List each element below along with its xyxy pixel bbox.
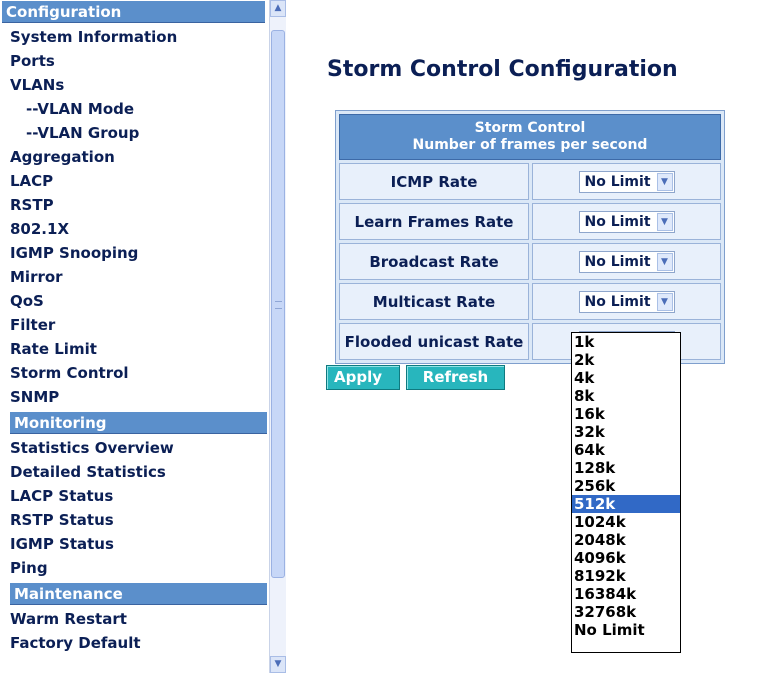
sidebar-item-snmp[interactable]: SNMP [10, 385, 267, 409]
section-header-configuration: Configuration [2, 0, 265, 23]
storm-table-body: ICMP Rate No Limit ▼ Learn Frames Rate No Li… [339, 163, 721, 360]
rate-select[interactable]: No Limit ▼ [578, 290, 675, 313]
rate-cell: No Limit ▼ [532, 203, 721, 240]
sidebar-item-storm-control[interactable]: Storm Control [10, 361, 267, 385]
sidebar-item-qos[interactable]: QoS [10, 289, 267, 313]
sidebar-item-vlan-mode[interactable]: --VLAN Mode [10, 97, 267, 121]
table-row: Learn Frames Rate No Limit ▼ [339, 203, 721, 240]
chevron-down-icon[interactable]: ▼ [656, 292, 673, 311]
sidebar-menu: Configuration System Information Ports VLAN… [2, 0, 267, 655]
rate-label: Multicast Rate [339, 283, 529, 320]
dropdown-option[interactable]: 8k [572, 387, 680, 405]
rate-select[interactable]: No Limit ▼ [578, 210, 675, 233]
table-row: Broadcast Rate No Limit ▼ [339, 243, 721, 280]
dropdown-option[interactable]: 256k [572, 477, 680, 495]
sidebar-item-ports[interactable]: Ports [10, 49, 267, 73]
sidebar-item-802-1x[interactable]: 802.1X [10, 217, 267, 241]
sidebar-scrollbar[interactable]: ▲ ▼ [269, 0, 286, 673]
sidebar-item-mirror[interactable]: Mirror [10, 265, 267, 289]
rate-select[interactable]: No Limit ▼ [578, 170, 675, 193]
chevron-down-icon[interactable]: ▼ [656, 172, 673, 191]
rate-label: ICMP Rate [339, 163, 529, 200]
sidebar-item-warm-restart[interactable]: Warm Restart [10, 607, 267, 631]
sidebar-item-aggregation[interactable]: Aggregation [10, 145, 267, 169]
sidebar-item-rstp[interactable]: RSTP [10, 193, 267, 217]
dropdown-option[interactable]: 16384k [572, 585, 680, 603]
rate-select-value: No Limit [584, 293, 651, 310]
sidebar-item-igmp-status[interactable]: IGMP Status [10, 532, 267, 556]
dropdown-option[interactable]: 64k [572, 441, 680, 459]
sidebar-item-lacp[interactable]: LACP [10, 169, 267, 193]
sidebar-item-filter[interactable]: Filter [10, 313, 267, 337]
dropdown-option[interactable]: 512k [572, 495, 680, 513]
table-header: Storm Control Number of frames per secon… [339, 114, 721, 160]
scroll-up-arrow-icon[interactable]: ▲ [270, 0, 286, 17]
dropdown-option[interactable]: 4k [572, 369, 680, 387]
dropdown-option[interactable]: No Limit [572, 621, 680, 639]
apply-button[interactable]: Apply [326, 365, 400, 390]
table-row: ICMP Rate No Limit ▼ [339, 163, 721, 200]
dropdown-option[interactable]: 4096k [572, 549, 680, 567]
rate-label: Flooded unicast Rate [339, 323, 529, 360]
table-row: Multicast Rate No Limit ▼ [339, 283, 721, 320]
storm-control-table: Storm Control Number of frames per secon… [335, 110, 725, 364]
rate-label: Learn Frames Rate [339, 203, 529, 240]
dropdown-option[interactable]: 16k [572, 405, 680, 423]
sidebar-item-system-information[interactable]: System Information [10, 25, 267, 49]
sidebar-item-vlans[interactable]: VLANs [10, 73, 267, 97]
dropdown-option[interactable]: 2048k [572, 531, 680, 549]
sidebar: Configuration System Information Ports VLAN… [0, 0, 286, 673]
sidebar-item-factory-default[interactable]: Factory Default [10, 631, 267, 655]
section-header-maintenance: Maintenance [10, 582, 267, 605]
sidebar-item-lacp-status[interactable]: LACP Status [10, 484, 267, 508]
dropdown-option[interactable]: 1k [572, 333, 680, 351]
rate-cell: No Limit ▼ [532, 243, 721, 280]
dropdown-option[interactable]: 32768k [572, 603, 680, 621]
sidebar-item-rate-limit[interactable]: Rate Limit [10, 337, 267, 361]
rate-cell: No Limit ▼ [532, 163, 721, 200]
chevron-down-icon[interactable]: ▼ [656, 252, 673, 271]
rate-select-value: No Limit [584, 213, 651, 230]
rate-label: Broadcast Rate [339, 243, 529, 280]
rate-select-value: No Limit [584, 173, 651, 190]
dropdown-option[interactable]: 1024k [572, 513, 680, 531]
table-header-title: Storm Control [474, 120, 586, 136]
sidebar-item-igmp-snooping[interactable]: IGMP Snooping [10, 241, 267, 265]
scrollbar-thumb[interactable] [271, 30, 285, 578]
scrollbar-grip-icon [275, 301, 282, 309]
dropdown-option[interactable]: 8192k [572, 567, 680, 585]
sidebar-item-detailed-statistics[interactable]: Detailed Statistics [10, 460, 267, 484]
chevron-down-icon[interactable]: ▼ [656, 212, 673, 231]
dropdown-option[interactable]: 128k [572, 459, 680, 477]
section-header-monitoring: Monitoring [10, 411, 267, 434]
rate-dropdown-list[interactable]: 1k 2k 4k 8k 16k 32k 64k 128k 256k 512k 1024k 2048k 4… [571, 332, 681, 653]
page-title: Storm Control Configuration [327, 57, 678, 82]
sidebar-item-vlan-group[interactable]: --VLAN Group [10, 121, 267, 145]
refresh-button[interactable]: Refresh [406, 365, 505, 390]
sidebar-item-statistics-overview[interactable]: Statistics Overview [10, 436, 267, 460]
table-header-subtitle: Number of frames per second [412, 137, 648, 153]
rate-cell: No Limit ▼ [532, 283, 721, 320]
rate-select-value: No Limit [584, 253, 651, 270]
rate-select[interactable]: No Limit ▼ [578, 250, 675, 273]
sidebar-item-ping[interactable]: Ping [10, 556, 267, 580]
sidebar-item-rstp-status[interactable]: RSTP Status [10, 508, 267, 532]
scroll-down-arrow-icon[interactable]: ▼ [270, 656, 286, 673]
dropdown-option[interactable]: 32k [572, 423, 680, 441]
dropdown-option[interactable]: 2k [572, 351, 680, 369]
